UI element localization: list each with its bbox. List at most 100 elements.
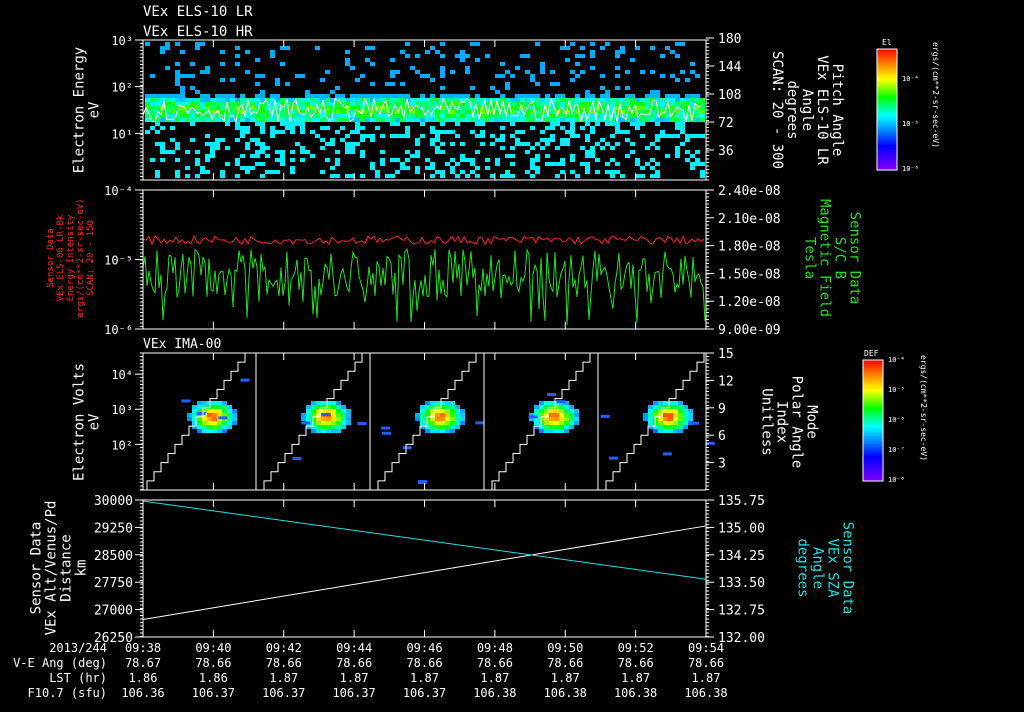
spectrogram-cell <box>360 154 365 158</box>
spectrogram-cell <box>530 158 535 162</box>
spectrogram-cell <box>420 98 425 102</box>
spectrogram-cell <box>205 118 210 122</box>
spectrogram-cell <box>360 134 365 138</box>
x-tick-label: 09:54 <box>688 641 724 655</box>
spectrogram-cell <box>450 114 455 118</box>
spectrogram-cell <box>700 162 705 166</box>
spectrogram-cell <box>300 118 305 122</box>
spectrogram-cell <box>650 46 655 50</box>
spectrogram-cell <box>385 94 390 98</box>
spectrogram-cell <box>430 102 435 106</box>
ima-cell <box>678 405 683 409</box>
spectrogram-cell <box>280 98 285 102</box>
spectrogram-cell <box>415 150 420 154</box>
spectrogram-cell <box>460 154 465 158</box>
spectrogram-cell <box>420 74 425 78</box>
spectrogram-cell <box>360 174 365 178</box>
spectrogram-cell <box>605 94 610 98</box>
ima-cell <box>460 413 465 417</box>
spectrogram-cell <box>660 130 665 134</box>
ima-cell <box>678 401 683 405</box>
spectrogram-cell <box>645 146 650 150</box>
spectrogram-cell <box>480 122 485 126</box>
spectrogram-cell <box>350 110 355 114</box>
spectrogram-cell <box>675 146 680 150</box>
spectrogram-cell <box>270 98 275 102</box>
spectrogram-cell <box>275 98 280 102</box>
y2-tick-label: 132.75 <box>718 604 765 619</box>
spectrogram-cell <box>435 114 440 118</box>
spectrogram-cell <box>395 70 400 74</box>
spectrogram-cell <box>235 138 240 142</box>
spectrogram-cell <box>410 98 415 102</box>
spectrogram-cell <box>155 98 160 102</box>
spectrogram-cell <box>475 166 480 170</box>
spectrogram-cell <box>175 142 180 146</box>
spectrogram-cell <box>340 118 345 122</box>
spectrogram-cell <box>505 98 510 102</box>
ima-cell <box>212 417 217 421</box>
spectrogram-cell <box>325 70 330 74</box>
ima-cell <box>321 425 326 429</box>
spectrogram-cell <box>685 94 690 98</box>
y-axis-label: SCAN: 20 - 150 <box>86 220 96 296</box>
colorbar-ima: DEF 10⁻⁸ 10⁻⁷ 10⁻⁶ 10⁻⁵ 10⁻⁴ ergs/(cm**2… <box>862 349 928 484</box>
spectrogram-cell <box>500 94 505 98</box>
spectrogram-cell <box>350 150 355 154</box>
y-tick-label: 10⁻⁴ <box>104 184 133 198</box>
spectrogram-cell <box>580 98 585 102</box>
spectrogram-cell <box>420 102 425 106</box>
spectrogram-cell <box>345 146 350 150</box>
spectrogram-cell <box>210 98 215 102</box>
ephemeris-value: 1.87 <box>340 671 369 685</box>
spectrogram-cell <box>175 82 180 86</box>
spectrogram-cell <box>670 50 675 54</box>
spectrogram-cell <box>355 102 360 106</box>
ima-cell <box>420 421 425 425</box>
ima-cell <box>450 401 455 405</box>
ima-cell <box>222 425 227 429</box>
spectrogram-cell <box>570 170 575 174</box>
spectrogram-cell <box>625 98 630 102</box>
ima-cell <box>559 409 564 413</box>
spectrogram-cell <box>655 174 660 178</box>
spectrogram-cell <box>515 130 520 134</box>
spectrogram-cell <box>195 106 200 110</box>
spectrogram-cell <box>155 122 160 126</box>
spectrogram-cell <box>335 114 340 118</box>
spectrogram-cell <box>550 162 555 166</box>
spectrogram-cell <box>700 114 705 118</box>
spectrogram-cell <box>320 170 325 174</box>
spectrogram-cell <box>550 134 555 138</box>
spectrogram-cell <box>305 94 310 98</box>
ima-cell <box>341 417 346 421</box>
spectrogram-cell <box>165 94 170 98</box>
spectrogram-cell <box>255 138 260 142</box>
ima-cell <box>564 425 569 429</box>
spectrogram-cell <box>195 162 200 166</box>
spectrogram-cell <box>360 94 365 98</box>
spectrogram-cell <box>355 118 360 122</box>
spectrogram-cell <box>260 114 265 118</box>
y-tick-label: 10¹ <box>111 127 133 141</box>
spectrogram-cell <box>270 126 275 130</box>
ima-cell <box>663 413 668 417</box>
ima-cell <box>222 401 227 405</box>
spectrogram-cell <box>200 106 205 110</box>
spectrogram-cell <box>590 54 595 58</box>
spectrogram-cell <box>205 114 210 118</box>
spectrogram-cell <box>550 118 555 122</box>
spectrogram-cell <box>585 162 590 166</box>
spectrogram-cell <box>280 154 285 158</box>
ima-cell <box>316 421 321 425</box>
spectrogram-cell <box>255 94 260 98</box>
ima-cell <box>673 421 678 425</box>
ima-cell <box>544 421 549 425</box>
spectrogram-cell <box>570 70 575 74</box>
spectrogram-cell <box>210 106 215 110</box>
spectrogram-cell <box>625 94 630 98</box>
ima-cell <box>311 405 316 409</box>
spectrogram-cell <box>570 98 575 102</box>
spectrogram-cell <box>640 98 645 102</box>
colorbar-els: El 10⁻⁶ 10⁻⁵ 10⁻⁴ ergs/(cm**2-sr-sec-eV) <box>876 38 940 173</box>
